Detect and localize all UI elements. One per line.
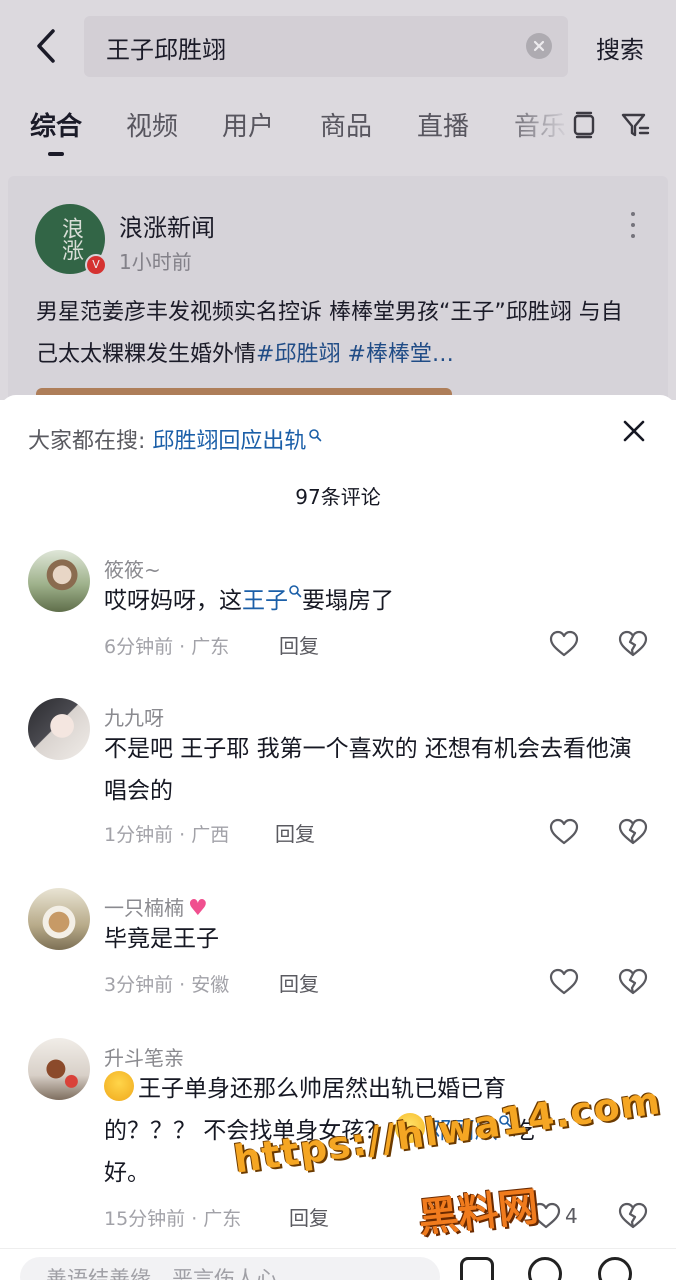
reply-button[interactable]: 回复 — [275, 818, 315, 847]
comment-meta: 6分钟前 · 广东 — [104, 636, 230, 658]
search-results-page: 王子邱胜翊 搜索 综合 视频 用户 商品 直播 音乐 浪涨 V 浪涨新闻 1小时… — [0, 0, 676, 400]
reply-button[interactable]: 回复 — [279, 968, 319, 997]
image-icon[interactable] — [460, 1257, 494, 1280]
comment-input-bar: 善语结善缘，恶言伤人心 — [0, 1248, 676, 1280]
dislike-broken-heart-icon[interactable] — [618, 968, 648, 996]
at-mention-icon[interactable] — [528, 1257, 562, 1280]
comment-meta: 1分钟前 · 广西 — [104, 824, 230, 846]
hot-search-label: 大家都在搜: — [28, 429, 146, 454]
dislike-broken-heart-icon[interactable] — [618, 818, 648, 846]
reply-button[interactable]: 回复 — [279, 630, 319, 659]
comment-username[interactable]: 筱筱~ — [104, 554, 161, 583]
comment-meta: 15分钟前 · 广东 — [104, 1208, 242, 1230]
like-heart-icon[interactable] — [549, 630, 579, 658]
comment-input[interactable]: 善语结善缘，恶言伤人心 — [20, 1257, 440, 1280]
comment-text[interactable]: 哎呀妈呀，这王子 要塌房了 — [104, 580, 644, 622]
hot-search-row: 大家都在搜: 邱胜翊回应出轨 — [28, 423, 322, 455]
search-icon — [289, 585, 302, 598]
comment-username[interactable]: 升斗笔亲 — [104, 1042, 184, 1071]
comment-text[interactable]: 毕竟是王子 — [104, 918, 644, 960]
comment-meta: 3分钟前 · 安徽 — [104, 974, 230, 996]
like-count: 4 — [565, 1204, 578, 1228]
like-heart-icon[interactable] — [549, 968, 579, 996]
reply-button[interactable]: 回复 — [289, 1202, 329, 1231]
avatar[interactable] — [28, 888, 90, 950]
comment-username[interactable]: 一只楠楠 ♥ — [104, 892, 208, 921]
dislike-broken-heart-icon[interactable] — [618, 630, 648, 658]
avatar[interactable] — [28, 698, 90, 760]
comment-keyword-link[interactable]: 王子 — [242, 588, 288, 614]
search-icon — [309, 429, 322, 442]
emoji-icon[interactable] — [598, 1257, 632, 1280]
avatar[interactable] — [28, 1038, 90, 1100]
like-heart-icon[interactable] — [549, 818, 579, 846]
hot-search-link[interactable]: 邱胜翊回应出轨 — [152, 429, 322, 454]
comment-username[interactable]: 九九呀 — [104, 702, 164, 731]
avatar[interactable] — [28, 550, 90, 612]
comment-count: 97条评论 — [295, 485, 381, 509]
close-comments-button[interactable] — [620, 417, 648, 445]
laughing-crying-emoji-icon — [104, 1071, 134, 1101]
comment-input-placeholder: 善语结善缘，恶言伤人心 — [46, 1267, 277, 1280]
dislike-broken-heart-icon[interactable] — [618, 1202, 648, 1230]
comment-text[interactable]: 不是吧 王子耶 我第一个喜欢的 还想有机会去看他演唱会的 — [104, 728, 644, 812]
dim-overlay[interactable] — [0, 0, 676, 400]
close-icon — [623, 420, 645, 442]
